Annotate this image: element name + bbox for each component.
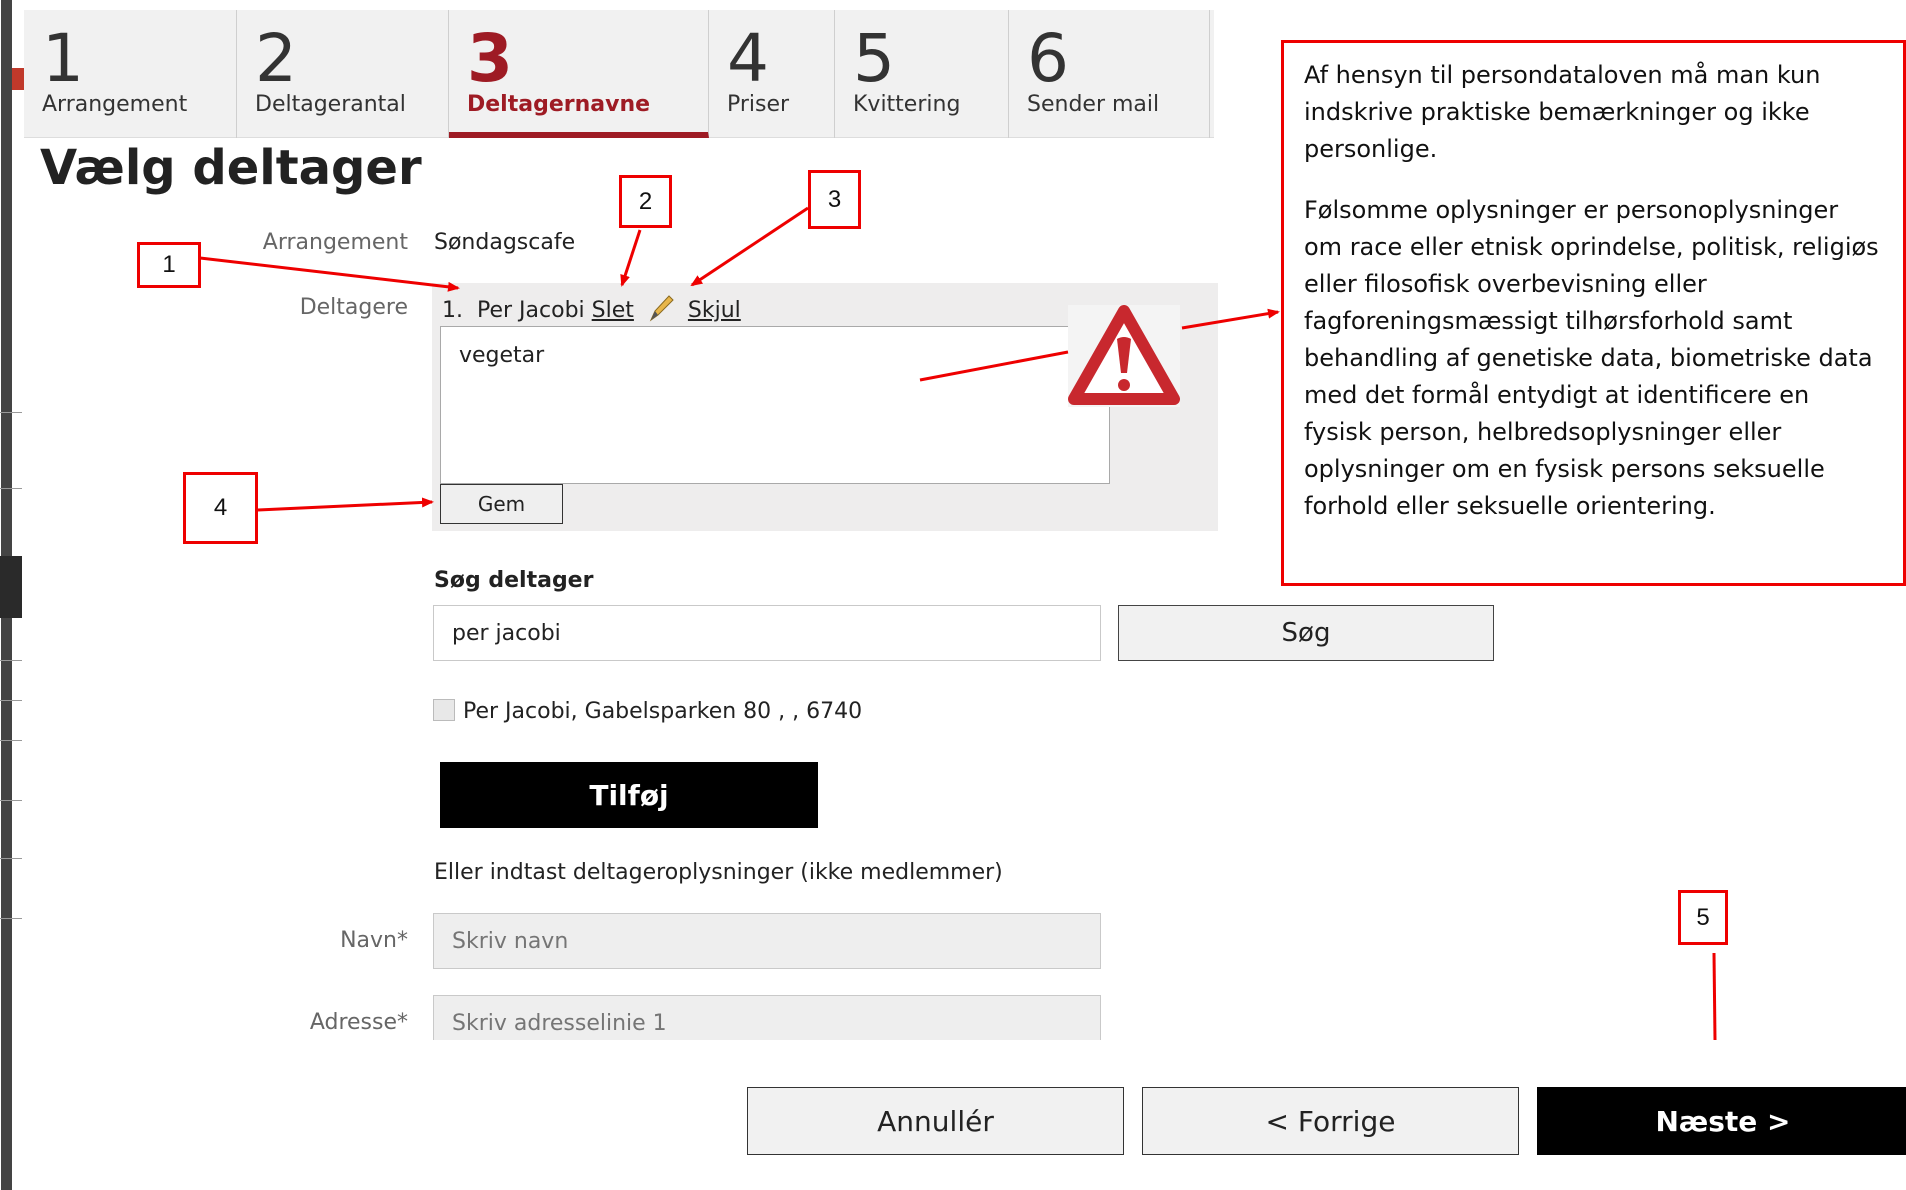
manual-entry-hint: Eller indtast deltageroplysninger (ikke … [434,860,1003,885]
pencil-icon[interactable] [647,293,675,329]
privacy-info-paragraph-2: Følsomme oplysninger er personoplysninge… [1304,196,1879,520]
search-input[interactable] [433,605,1101,661]
previous-button[interactable]: < Forrige [1142,1087,1519,1155]
page-title: Vælg deltager [40,140,422,196]
delete-link[interactable]: Slet [592,298,634,323]
arrow-3 [690,206,809,287]
step-label: Deltagerantal [255,92,406,117]
arrow-2 [620,229,642,287]
privacy-info-paragraph-1: Af hensyn til persondataloven må man kun… [1304,61,1821,163]
arrow-5 [1712,952,1717,1041]
arrow-1 [199,256,460,292]
step-number: 1 [42,20,84,97]
next-button[interactable]: Næste > [1537,1087,1906,1155]
step-label: Priser [727,92,790,117]
cancel-button[interactable]: Annullér [747,1087,1124,1155]
name-field[interactable] [433,913,1101,969]
participant-row: 1. Per Jacobi Slet Skjul [442,293,741,329]
result-checkbox[interactable] [433,699,455,721]
participants-label: Deltagere [299,295,408,320]
wizard-stepper: 1 Arrangement 2 Deltagerantal 3 Deltager… [24,10,1214,138]
privacy-info-box: Af hensyn til persondataloven må man kun… [1281,40,1906,586]
save-note-button[interactable]: Gem [440,484,563,524]
search-button[interactable]: Søg [1118,605,1494,661]
hide-link[interactable]: Skjul [688,298,741,323]
search-result-item[interactable]: Per Jacobi, Gabelsparken 80 , , 6740 [433,699,862,724]
step-5-kvittering[interactable]: 5 Kvittering [835,10,1009,138]
step-6-sender-mail[interactable]: 6 Sender mail [1009,10,1210,138]
participant-index: 1. [442,298,463,323]
search-heading: Søg deltager [434,568,594,593]
step-1-arrangement[interactable]: 1 Arrangement [24,10,237,138]
participant-name: Per Jacobi [477,298,585,323]
callout-1: 1 [137,242,201,288]
step-3-deltagernavne[interactable]: 3 Deltagernavne [449,10,709,138]
name-label: Navn* [340,928,408,953]
step-4-priser[interactable]: 4 Priser [709,10,835,138]
step-number: 2 [255,20,297,97]
step-label: Deltagernavne [467,92,651,117]
event-value: Søndagscafe [434,230,576,255]
arrow-4 [257,497,434,512]
callout-5: 5 [1678,890,1728,945]
background-window-edge [0,0,24,1190]
step-number: 4 [727,20,769,97]
address-label: Adresse* [309,1010,408,1035]
result-text: Per Jacobi, Gabelsparken 80 , , 6740 [463,699,863,724]
step-number: 3 [467,20,513,97]
step-label: Kvittering [853,92,961,117]
step-number: 6 [1027,20,1069,97]
callout-4: 4 [183,472,258,544]
add-participant-button[interactable]: Tilføj [440,762,818,828]
step-2-deltagerantal[interactable]: 2 Deltagerantal [237,10,449,138]
step-label: Sender mail [1027,92,1160,117]
callout-3: 3 [808,170,861,229]
callout-2: 2 [619,175,672,228]
participant-note-textarea[interactable]: vegetar [440,326,1110,484]
step-number: 5 [853,20,895,97]
step-label: Arrangement [42,92,188,117]
background-window-mark [12,68,24,90]
warning-icon [1068,305,1180,407]
